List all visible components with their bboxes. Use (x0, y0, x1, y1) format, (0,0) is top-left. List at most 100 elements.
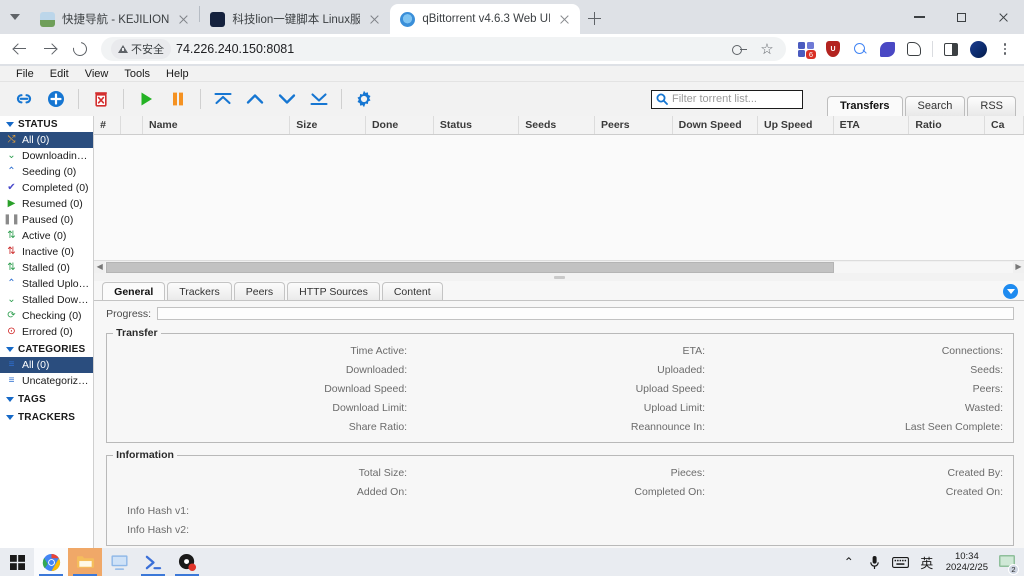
pause-button[interactable] (162, 84, 194, 114)
column-status[interactable]: Status (434, 116, 519, 134)
close-window-button[interactable] (982, 0, 1024, 34)
horizontal-scrollbar[interactable]: ◀ ▶ (94, 260, 1024, 273)
sidebar-item-completed[interactable]: ✔ Completed (0) (0, 180, 93, 196)
remote-desktop-taskbar-icon[interactable] (102, 548, 136, 576)
add-torrent-link-button[interactable] (8, 84, 40, 114)
column-eta[interactable]: ETA (834, 116, 910, 134)
column-peers[interactable]: Peers (595, 116, 673, 134)
extensions-button[interactable]: 6 (793, 36, 819, 62)
browser-tab-2[interactable]: 科技lion一键脚本 Linux服务器 (200, 4, 390, 34)
resume-button[interactable] (130, 84, 162, 114)
sidebar-item-active[interactable]: ⇅ Active (0) (0, 228, 93, 244)
sidebar-item-paused[interactable]: ❚❚ Paused (0) (0, 212, 93, 228)
menu-file[interactable]: File (8, 67, 42, 81)
column-ratio[interactable]: Ratio (909, 116, 985, 134)
column-index[interactable]: # (94, 116, 121, 134)
security-badge[interactable]: 不安全 (111, 39, 171, 59)
sidebar-item-inactive[interactable]: ⇅ Inactive (0) (0, 244, 93, 260)
dog-extension-button[interactable] (901, 36, 927, 62)
clock[interactable]: 10:34 2024/2/25 (940, 551, 994, 573)
sidebar-group-categories[interactable]: CATEGORIES (0, 342, 93, 357)
bottom-priority-button[interactable] (303, 84, 335, 114)
close-icon[interactable] (557, 12, 572, 27)
scrollbar-track[interactable] (105, 262, 1013, 273)
sider-extension-button[interactable] (874, 36, 900, 62)
sidebar-item-downloading[interactable]: ⌄ Downloading (0) (0, 148, 93, 164)
sidebar-group-status[interactable]: STATUS (0, 117, 93, 132)
tab-rss[interactable]: RSS (967, 96, 1016, 116)
sidebar-item-errored[interactable]: ⊙ Errored (0) (0, 324, 93, 340)
column-up-speed[interactable]: Up Speed (758, 116, 834, 134)
browser-tab-1[interactable]: 快捷导航 - KEJILION (30, 4, 199, 34)
tab-search[interactable]: Search (905, 96, 966, 116)
ublock-button[interactable]: U (820, 36, 846, 62)
sidebar-item-resumed[interactable]: ▶ Resumed (0) (0, 196, 93, 212)
scroll-left-icon[interactable]: ◀ (94, 263, 105, 271)
column-seeds[interactable]: Seeds (519, 116, 595, 134)
column-done[interactable]: Done (366, 116, 434, 134)
sidebar-item-stalled-downloading[interactable]: ⌄ Stalled Downlo... (0, 292, 93, 308)
media-taskbar-icon[interactable] (170, 548, 204, 576)
microphone-icon[interactable] (862, 548, 888, 576)
tab-transfers[interactable]: Transfers (827, 96, 903, 116)
close-icon[interactable] (367, 12, 382, 27)
column-icon[interactable] (121, 116, 143, 134)
tab-http-sources[interactable]: HTTP Sources (287, 282, 380, 301)
reload-button[interactable] (66, 35, 94, 63)
browser-tab-3[interactable]: qBittorrent v4.6.3 Web UI (390, 4, 580, 34)
column-size[interactable]: Size (290, 116, 366, 134)
terminal-taskbar-icon[interactable] (136, 548, 170, 576)
windows-start-button[interactable] (0, 548, 34, 576)
search-input[interactable]: Filter torrent list... (651, 90, 803, 109)
chrome-menu-button[interactable] (992, 36, 1018, 62)
panel-splitter[interactable] (94, 273, 1024, 281)
menu-edit[interactable]: Edit (42, 67, 77, 81)
back-button[interactable] (6, 35, 34, 63)
new-tab-button[interactable] (580, 4, 608, 32)
increase-priority-button[interactable] (239, 84, 271, 114)
sidebar-group-tags[interactable]: TAGS (0, 392, 93, 407)
tab-content[interactable]: Content (382, 282, 443, 301)
add-torrent-file-button[interactable] (40, 84, 72, 114)
scroll-right-icon[interactable]: ▶ (1013, 263, 1024, 271)
keyboard-icon[interactable] (888, 548, 914, 576)
column-down-speed[interactable]: Down Speed (673, 116, 758, 134)
sidebar-item-category-all[interactable]: ≡ All (0) (0, 357, 93, 373)
tab-search-button[interactable] (0, 0, 30, 34)
scrollbar-thumb[interactable] (106, 262, 834, 273)
decrease-priority-button[interactable] (271, 84, 303, 114)
delete-button[interactable] (85, 84, 117, 114)
notification-center-button[interactable]: 2 (994, 548, 1020, 576)
sidebar-item-all[interactable]: ⤭ All (0) (0, 132, 93, 148)
close-icon[interactable] (176, 12, 191, 27)
sidebar-item-stalled[interactable]: ⇅ Stalled (0) (0, 260, 93, 276)
sidebar-item-uncategorized[interactable]: ≡ Uncategorized (0) (0, 373, 93, 389)
chevron-up-icon[interactable]: ⌃ (836, 548, 862, 576)
top-priority-button[interactable] (207, 84, 239, 114)
menu-view[interactable]: View (77, 67, 117, 81)
sidebar-item-checking[interactable]: ⟳ Checking (0) (0, 308, 93, 324)
column-category[interactable]: Ca (985, 116, 1024, 134)
search-extension-button[interactable] (847, 36, 873, 62)
profile-button[interactable] (965, 36, 991, 62)
tab-general[interactable]: General (102, 282, 165, 301)
address-bar[interactable]: 不安全 74.226.240.150:8081 ☆ (101, 37, 786, 61)
minimize-button[interactable] (898, 0, 940, 34)
column-name[interactable]: Name (143, 116, 290, 134)
bookmark-button[interactable]: ☆ (754, 36, 780, 62)
sidebar-item-seeding[interactable]: ⌃ Seeding (0) (0, 164, 93, 180)
ime-indicator[interactable]: 英 (914, 548, 940, 576)
sidebar-item-stalled-uploading[interactable]: ⌃ Stalled Uploadi... (0, 276, 93, 292)
preferences-button[interactable] (348, 84, 380, 114)
chrome-taskbar-icon[interactable] (34, 548, 68, 576)
menu-help[interactable]: Help (158, 67, 197, 81)
sidebar-group-trackers[interactable]: TRACKERS (0, 410, 93, 425)
file-explorer-taskbar-icon[interactable] (68, 548, 102, 576)
torrent-list[interactable] (94, 135, 1024, 260)
collapse-chevron-icon[interactable] (1003, 284, 1018, 299)
password-manager-button[interactable] (726, 36, 752, 62)
menu-tools[interactable]: Tools (116, 67, 158, 81)
maximize-button[interactable] (940, 0, 982, 34)
side-panel-button[interactable] (938, 36, 964, 62)
tab-trackers[interactable]: Trackers (167, 282, 231, 301)
